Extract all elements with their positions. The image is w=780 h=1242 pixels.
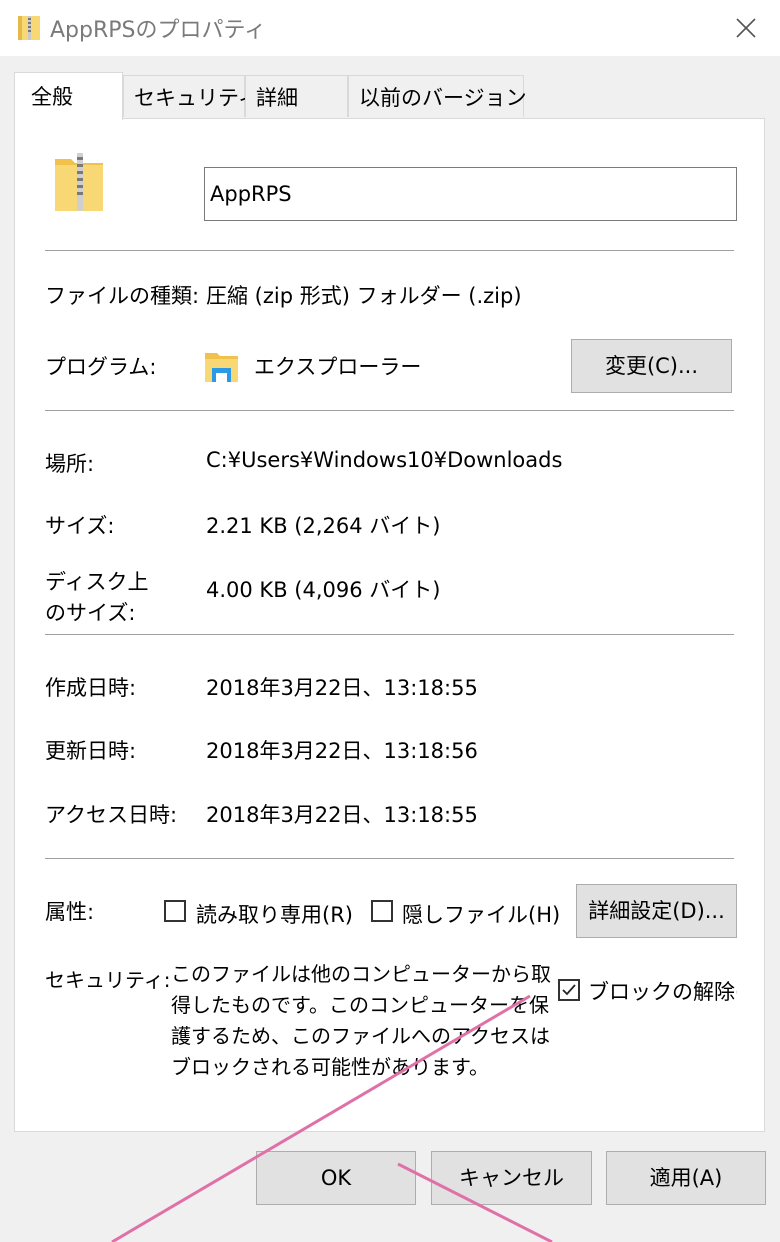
- separator: [45, 858, 734, 859]
- modified-value: 2018年3月22日、13:18:56: [206, 739, 478, 763]
- ok-button[interactable]: OK: [256, 1151, 416, 1205]
- tab-general[interactable]: 全般: [14, 72, 123, 120]
- explorer-icon: [205, 353, 238, 382]
- modified-label: 更新日時:: [45, 739, 137, 763]
- tab-previous-versions[interactable]: 以前のバージョン: [348, 75, 527, 117]
- program-value: エクスプローラー: [254, 355, 422, 379]
- created-value: 2018年3月22日、13:18:55: [206, 676, 478, 700]
- separator: [45, 250, 734, 251]
- size-label: サイズ:: [45, 514, 115, 538]
- cancel-button[interactable]: キャンセル: [431, 1151, 592, 1205]
- zip-folder-large-icon: [55, 153, 103, 211]
- readonly-checkbox[interactable]: [164, 900, 186, 922]
- unblock-label-container: ブロックの解除(K): [557, 969, 737, 1009]
- close-icon: [736, 18, 756, 38]
- separator: [45, 410, 734, 411]
- zip-folder-icon: [18, 16, 40, 40]
- file-type-value: 圧縮 (zip 形式) フォルダー (.zip): [206, 284, 522, 308]
- file-type-label: ファイルの種類:: [45, 284, 200, 308]
- created-label: 作成日時:: [45, 676, 137, 700]
- hidden-label: 隠しファイル(H): [402, 903, 561, 927]
- size-value: 2.21 KB (2,264 バイト): [206, 514, 441, 538]
- accessed-value: 2018年3月22日、13:18:55: [206, 803, 478, 827]
- security-label: セキュリティ:: [45, 968, 171, 992]
- tab-details[interactable]: 詳細: [245, 75, 348, 117]
- disk-size-label-line2: のサイズ:: [45, 601, 136, 625]
- file-name-input[interactable]: [204, 167, 737, 221]
- readonly-label: 読み取り専用(R): [196, 903, 353, 927]
- tab-security[interactable]: セキュリティ: [123, 75, 259, 117]
- location-label: 場所:: [45, 452, 95, 476]
- window-title: AppRPSのプロパティ: [50, 18, 267, 43]
- accessed-label: アクセス日時:: [45, 803, 178, 827]
- general-tab-panel: ファイルの種類: 圧縮 (zip 形式) フォルダー (.zip) プログラム:…: [14, 118, 765, 1132]
- program-label: プログラム:: [45, 355, 157, 379]
- title-bar: AppRPSのプロパティ: [0, 0, 780, 56]
- location-value: C:¥Users¥Windows10¥Downloads: [206, 448, 563, 472]
- unblock-label: ブロックの解除(K): [588, 980, 737, 1004]
- security-description: このファイルは他のコンピューターから取得したものです。このコンピューターを保護す…: [171, 962, 551, 1079]
- apply-button[interactable]: 適用(A): [606, 1151, 766, 1205]
- hidden-checkbox[interactable]: [371, 900, 393, 922]
- close-button[interactable]: [728, 10, 764, 46]
- disk-size-value: 4.00 KB (4,096 バイト): [206, 578, 441, 602]
- advanced-attributes-button[interactable]: 詳細設定(D)...: [576, 884, 737, 938]
- change-program-button[interactable]: 変更(C)...: [571, 339, 732, 393]
- separator: [45, 634, 734, 635]
- disk-size-label-line1: ディスク上: [45, 570, 149, 594]
- attributes-label: 属性:: [45, 900, 95, 924]
